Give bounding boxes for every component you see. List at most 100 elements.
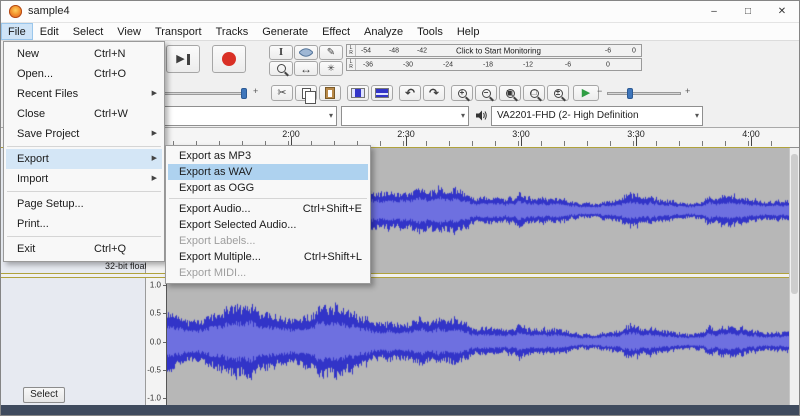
- scrollbar-thumb[interactable]: [791, 154, 798, 294]
- menu-item-print[interactable]: Print...: [6, 214, 162, 234]
- track-format-label: 32-bit float: [105, 261, 148, 271]
- copy-button[interactable]: [295, 85, 317, 104]
- menubar-item-edit[interactable]: Edit: [33, 23, 66, 40]
- envelope-tool-icon: [299, 48, 313, 57]
- menu-item-close[interactable]: Close Ctrl+W: [6, 104, 162, 124]
- cut-button[interactable]: ✂: [271, 85, 293, 101]
- skip-to-end-icon: ▶: [176, 52, 185, 65]
- select-button[interactable]: Select: [23, 387, 65, 403]
- menu-item-new[interactable]: New Ctrl+N: [6, 44, 162, 64]
- menu-item-exit[interactable]: Exit Ctrl+Q: [6, 239, 162, 259]
- menu-item-export-as-ogg[interactable]: Export as OGG: [168, 180, 368, 196]
- menu-item-export-multiple[interactable]: Export Multiple... Ctrl+Shift+L: [168, 249, 368, 265]
- audacity-window: sample4 – □ ✕ File Edit Select View Transpor…: [0, 0, 800, 416]
- zoom-tool-icon: [276, 64, 286, 73]
- timeline-tick: [472, 141, 473, 146]
- zoom-out-button[interactable]: −: [475, 85, 497, 101]
- recording-meter[interactable]: LR Click to Start Monitoring -54 -48 -42 -6…: [346, 44, 642, 57]
- record-button[interactable]: [212, 45, 246, 73]
- play-at-speed-button[interactable]: ▶: [573, 85, 599, 101]
- timeline-label: 3:30: [627, 129, 645, 139]
- menu-item-label: Export as OGG: [179, 182, 255, 194]
- menu-item-export-selected-audio[interactable]: Export Selected Audio...: [168, 217, 368, 233]
- menubar-item-analyze[interactable]: Analyze: [357, 23, 410, 40]
- vertical-ruler[interactable]: 1.0 0.5 0.0 -0.5 -1.0: [146, 278, 167, 405]
- skip-to-end-button[interactable]: ▶: [166, 45, 200, 73]
- zoom-to-fit-button[interactable]: □: [523, 85, 545, 101]
- zoom-tool-button[interactable]: [269, 61, 293, 76]
- paste-button[interactable]: [319, 85, 341, 101]
- draw-tool-button[interactable]: ✎: [319, 45, 343, 60]
- menubar-item-generate[interactable]: Generate: [255, 23, 315, 40]
- menu-item-label: Export as MP3: [179, 150, 252, 162]
- submenu-arrow-icon: ▶: [151, 130, 157, 137]
- menubar-item-file[interactable]: File: [1, 23, 33, 40]
- undo-button[interactable]: ↶: [399, 85, 421, 101]
- menubar-item-view[interactable]: View: [110, 23, 148, 40]
- speed-slider[interactable]: [607, 92, 681, 95]
- ruler-value: -0.5: [147, 365, 161, 375]
- meter-channel-label: R: [349, 49, 353, 56]
- timeline-tick: [725, 141, 726, 146]
- trim-audio-button[interactable]: [347, 85, 369, 101]
- speed-plus-label: +: [685, 86, 691, 96]
- multi-tool-icon: ✳: [327, 63, 335, 73]
- menubar-item-tracks[interactable]: Tracks: [209, 23, 256, 40]
- menubar-item-tools[interactable]: Tools: [410, 23, 450, 40]
- menubar-item-select[interactable]: Select: [66, 23, 111, 40]
- zoom-to-selection-button[interactable]: ▣: [499, 85, 521, 101]
- menu-item-import[interactable]: Import ▶: [6, 169, 162, 189]
- vertical-scrollbar[interactable]: [789, 148, 799, 405]
- menu-item-label: Export as WAV: [179, 166, 253, 178]
- zoom-toggle-button[interactable]: ±: [547, 85, 569, 101]
- playback-meter[interactable]: LR -36 -30 -24 -18 -12 -6 0: [346, 58, 642, 71]
- menubar-item-help[interactable]: Help: [450, 23, 487, 40]
- zoom-in-button[interactable]: +: [451, 85, 473, 101]
- copy-icon: [301, 87, 316, 104]
- menu-item-export-midi: Export MIDI...: [168, 265, 368, 281]
- zoom-out-icon: −: [481, 88, 491, 98]
- selection-tool-button[interactable]: I: [269, 45, 293, 60]
- silence-audio-button[interactable]: [371, 85, 393, 101]
- track-control-panel[interactable]: Select: [1, 278, 146, 405]
- menu-item-export[interactable]: Export ▶: [6, 149, 162, 169]
- maximize-button[interactable]: □: [731, 1, 765, 23]
- menu-item-recent-files[interactable]: Recent Files ▶: [6, 84, 162, 104]
- time-shift-tool-button[interactable]: ↔: [294, 61, 318, 76]
- timeline-tick: [633, 141, 634, 146]
- menu-item-label: Export Multiple...: [179, 251, 261, 263]
- ruler-tick: [163, 341, 166, 343]
- menu-item-label: Save Project: [17, 128, 80, 140]
- menubar-item-effect[interactable]: Effect: [315, 23, 357, 40]
- menu-item-label: Export Selected Audio...: [179, 219, 297, 231]
- speed-slider-thumb[interactable]: [627, 88, 633, 99]
- waveform-track-2[interactable]: [167, 278, 789, 405]
- meter-scale-label: -48: [388, 47, 400, 54]
- menu-item-open[interactable]: Open... Ctrl+O: [6, 64, 162, 84]
- menu-item-save-project[interactable]: Save Project ▶: [6, 124, 162, 144]
- menu-item-export-as-mp3[interactable]: Export as MP3: [168, 148, 368, 164]
- record-icon: [222, 52, 236, 66]
- menu-item-export-audio[interactable]: Export Audio... Ctrl+Shift+E: [168, 201, 368, 217]
- recording-channels-combo[interactable]: ▾: [341, 106, 469, 126]
- minimize-button[interactable]: –: [697, 1, 731, 23]
- mixer-slider-thumb[interactable]: [241, 88, 247, 99]
- envelope-tool-button[interactable]: [294, 45, 318, 60]
- timeline-tick: [564, 141, 565, 146]
- menu-item-export-as-wav[interactable]: Export as WAV: [168, 164, 368, 180]
- combo-arrow-icon: ▾: [694, 111, 699, 120]
- meter-scale-label: -6: [564, 61, 572, 68]
- timeline-tick: [679, 141, 680, 146]
- meter-scale-label: -6: [604, 47, 612, 54]
- menu-item-label: Export MIDI...: [179, 267, 247, 279]
- paste-icon: [325, 87, 335, 99]
- recording-meter-channels: LR: [347, 45, 356, 56]
- multi-tool-button[interactable]: ✳: [319, 61, 343, 76]
- combo-arrow-icon: ▾: [460, 111, 465, 120]
- redo-button[interactable]: ↷: [423, 85, 445, 101]
- menubar-item-transport[interactable]: Transport: [148, 23, 209, 40]
- close-button[interactable]: ✕: [765, 1, 799, 23]
- menu-item-page-setup[interactable]: Page Setup...: [6, 194, 162, 214]
- submenu-arrow-icon: ▶: [151, 90, 157, 97]
- playback-device-combo[interactable]: VA2201-FHD (2- High Definition ▾: [491, 106, 703, 126]
